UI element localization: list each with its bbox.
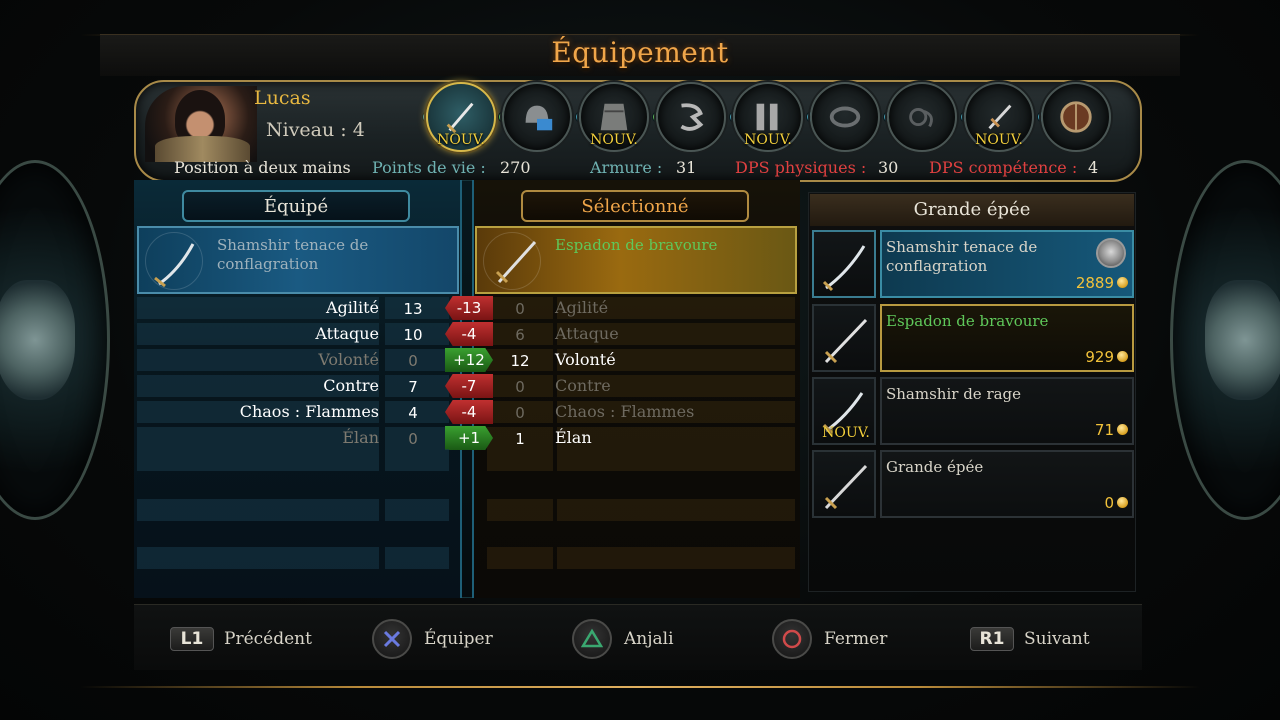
stat-diff: +12	[445, 348, 493, 372]
level-label: Niveau :	[266, 119, 347, 141]
hp-value: 270	[500, 158, 531, 177]
slot-gloves[interactable]	[656, 82, 726, 152]
page-title: Équipement	[551, 36, 729, 69]
selected-item-card: Espadon de bravoure	[475, 226, 797, 294]
tab-equipped[interactable]: Équipé	[182, 190, 410, 222]
character-portrait	[145, 86, 257, 162]
inventory-category: Grande épée	[810, 194, 1134, 226]
l1-key-icon: L1	[170, 627, 214, 651]
inventory-item[interactable]: Shamshir tenace de conflagration 2889	[812, 230, 1134, 298]
stat-diff: -7	[445, 374, 493, 398]
previous-button[interactable]: L1 Précédent	[170, 620, 312, 658]
dps-skill-label: DPS compétence :	[929, 158, 1078, 177]
shield-icon	[1060, 101, 1092, 133]
equipped-item-name: Shamshir tenace de conflagration	[217, 236, 369, 273]
r1-key-icon: R1	[970, 627, 1014, 651]
stat-diff: -4	[445, 400, 493, 424]
inventory-item[interactable]: Grande épée 0	[812, 450, 1134, 518]
chest-armor-icon	[600, 103, 628, 131]
equipped-item-card: Shamshir tenace de conflagration	[137, 226, 459, 294]
empty-stat-row	[137, 546, 797, 570]
slot-ring[interactable]	[810, 82, 880, 152]
boots-icon	[756, 103, 778, 131]
stat-row: Attaque 10 -4 6 Attaque	[137, 322, 797, 346]
slot-chest[interactable]: NOUV.	[579, 82, 649, 152]
amulet-icon	[909, 107, 933, 128]
dagger-icon	[988, 104, 1012, 130]
item-price: 929	[1085, 348, 1114, 366]
gold-coin-icon	[1117, 424, 1128, 435]
greatsword-icon	[824, 464, 868, 510]
stat-diff: -13	[445, 296, 493, 320]
level-value: 4	[352, 119, 365, 141]
new-badge: NOUV.	[437, 132, 485, 148]
armor-label: Armure :	[590, 158, 663, 177]
item-price: 0	[1104, 494, 1114, 512]
gold-coin-icon	[1117, 351, 1128, 362]
tab-selected[interactable]: Sélectionné	[521, 190, 749, 222]
armor-value: 31	[676, 158, 697, 177]
stat-row: Chaos : Flammes 4 -4 0 Chaos : Flammes	[137, 400, 797, 424]
inventory-item[interactable]: Espadon de bravoure 929	[812, 304, 1134, 372]
new-badge: NOUV.	[822, 425, 870, 441]
next-button[interactable]: R1 Suivant	[970, 620, 1090, 658]
stat-row: Contre 7 -7 0 Contre	[137, 374, 797, 398]
dps-skill-value: 4	[1088, 158, 1099, 177]
hp-label: Points de vie :	[372, 158, 486, 177]
inventory-item[interactable]: NOUV. Shamshir de rage 71	[812, 377, 1134, 445]
slot-amulet[interactable]	[887, 82, 957, 152]
stat-row: Élan 0 +1 1 Élan	[137, 426, 797, 450]
selected-item-name: Espadon de bravoure	[555, 236, 718, 254]
equip-button[interactable]: Équiper	[372, 619, 493, 659]
circle-button-icon	[772, 619, 812, 659]
character-level: Niveau :4	[266, 119, 365, 141]
anjali-button[interactable]: Anjali	[572, 619, 674, 659]
scimitar-icon	[154, 243, 195, 288]
equipped-helmet-icon	[1096, 238, 1126, 268]
character-name: Lucas	[254, 87, 311, 109]
helmet-icon	[525, 105, 553, 131]
cross-button-icon	[372, 619, 412, 659]
close-button[interactable]: Fermer	[772, 619, 887, 659]
slot-boots[interactable]: NOUV.	[733, 82, 803, 152]
greatsword-icon	[495, 240, 537, 284]
dps-phys-value: 30	[878, 158, 899, 177]
empty-stat-row	[137, 448, 797, 472]
gold-coin-icon	[1117, 497, 1128, 508]
slot-shield[interactable]	[1041, 82, 1111, 152]
stat-row: Agilité 13 -13 0 Agilité	[137, 296, 797, 320]
triangle-button-icon	[572, 619, 612, 659]
stance-label: Position à deux mains	[174, 158, 351, 177]
sword-icon	[446, 102, 474, 134]
item-price: 2889	[1075, 274, 1114, 292]
stat-diff: -4	[445, 322, 493, 346]
ring-icon	[829, 106, 861, 128]
stat-row: Volonté 0 +12 12 Volonté	[137, 348, 797, 372]
scimitar-icon	[822, 245, 866, 292]
item-price: 71	[1094, 421, 1114, 439]
dps-phys-label: DPS physiques :	[735, 158, 867, 177]
bottom-divider	[80, 686, 1200, 688]
gold-coin-icon	[1117, 277, 1128, 288]
gloves-icon	[680, 103, 704, 131]
slot-helmet[interactable]	[502, 82, 572, 152]
slot-weapon[interactable]: NOUV.	[426, 82, 496, 152]
stat-diff: +1	[445, 426, 493, 450]
greatsword-icon	[824, 318, 868, 364]
slot-secondary[interactable]: NOUV.	[964, 82, 1034, 152]
empty-stat-row	[137, 498, 797, 522]
